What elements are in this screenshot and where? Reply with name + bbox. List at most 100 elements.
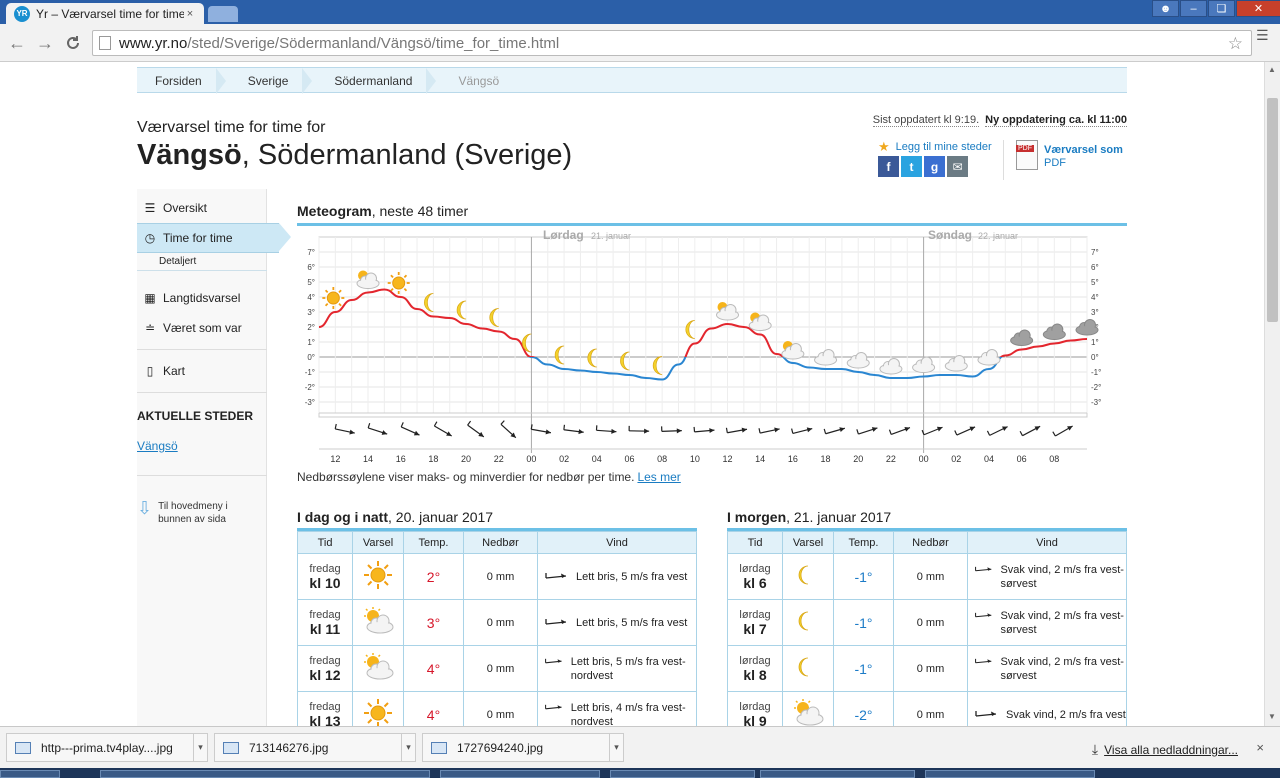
scroll-up-icon[interactable]: ▲ [1268,65,1276,74]
forecast-row: fredag kl 12 4° 0 mm Lett bris, 5 m/s fra ve… [297,645,697,692]
tab-title: Yr – Værvarsel time for time f [36,6,184,21]
downloads-close-icon[interactable]: × [1256,740,1264,755]
address-bar[interactable]: www.yr.no/sted/Sverige/Södermanland/Väng… [92,30,1252,56]
taskbar-item[interactable] [610,770,755,778]
meteogram-note-text: Nedbørssøylene viser maks- og minverdier… [297,470,635,484]
tomorrow-forecast-table: Tid Varsel Temp. Nedbør Vind lørdag kl 6-… [727,531,1127,726]
taskbar-item[interactable] [100,770,430,778]
temp-cell: 4° [403,645,464,692]
col-header-nedbor: Nedbør [893,531,968,554]
tomorrow-title-date: , 21. januar 2017 [786,509,892,525]
new-tab-button[interactable] [208,6,238,22]
x-tick-label: 12 [723,454,733,464]
precip-cell: 0 mm [463,691,538,726]
sidebar-item-vaeret-som-var[interactable]: ≐ Været som var [137,313,267,343]
x-tick-label: 02 [951,454,961,464]
tab-close-icon[interactable]: × [184,8,196,20]
pdf-label-line1: Værvarsel som [1044,144,1123,156]
minimize-icon[interactable]: – [1180,0,1207,17]
wind-arrow-icon [791,427,813,435]
hour: kl 11 [309,620,341,637]
time-cell: lørdag kl 9 [727,691,783,726]
taskbar-item[interactable] [760,770,915,778]
col-header-tid: Tid [297,531,353,554]
to-main-menu-link[interactable]: ⇩ Til hovedmeny i bunnen av sida [137,499,267,526]
add-favorite-link[interactable]: ★ Legg til mine steder [878,139,992,155]
x-tick-label: 04 [592,454,602,464]
download-menu-icon[interactable]: ▾ [609,734,623,761]
wind-cell: Lett bris, 5 m/s fra vest-nordvest [537,645,697,692]
meteogram-note: Nedbørssøylene viser maks- og minverdier… [297,470,681,484]
breadcrumb-sodermanland[interactable]: Södermanland [316,68,440,94]
sidebar-item-kart[interactable]: ▯ Kart [137,356,267,386]
current-place-link[interactable]: Vängsö [137,439,267,453]
cloud-icon [879,358,903,375]
page-kicker: Værvarsel time for time for [137,119,326,136]
x-tick-label: 16 [788,454,798,464]
symbol-cell [782,599,834,646]
wind-arrow-icon [530,424,552,435]
scroll-down-icon[interactable]: ▼ [1268,712,1276,721]
browser-tab-active[interactable]: YR Yr – Værvarsel time for time f × [6,3,204,24]
download-menu-icon[interactable]: ▾ [193,734,207,761]
reload-button[interactable] [62,32,84,54]
email-icon[interactable]: ✉ [947,156,968,177]
x-tick-label: 00 [526,454,536,464]
wind-cell: Lett bris, 5 m/s fra vest [537,599,697,646]
wind-arrow-icon [975,658,992,663]
forecast-row: lørdag kl 8 -1° 0 mm Svak vind, 2 m/s fra ve… [727,645,1127,692]
pdf-forecast-link[interactable]: PDF Værvarsel som PDF [1003,140,1130,180]
user-icon[interactable]: ☻ [1152,0,1179,17]
download-item[interactable]: 1727694240.jpg ▾ [422,733,624,762]
forward-button[interactable]: → [34,32,56,54]
breadcrumb-forsiden[interactable]: Forsiden [137,68,230,94]
wind-arrow-icon [595,425,617,434]
sidebar-item-time-for-time[interactable]: ◷ Time for time [137,223,291,253]
sidebar-item-oversikt[interactable]: ☰ Oversikt [137,193,267,223]
download-menu-icon[interactable]: ▾ [401,734,415,761]
dark-cloud-icon [1042,323,1066,340]
read-more-link[interactable]: Les mer [637,470,680,484]
star-icon: ★ [878,139,890,154]
taskbar-item[interactable] [440,770,600,778]
start-button[interactable] [0,770,60,778]
page-header: Værvarsel time for time for Vängsö, Söde… [137,119,572,172]
wind-cell: Svak vind, 2 m/s fra vest [967,691,1127,726]
clock-icon: ◷ [144,231,156,245]
download-filename: http---prima.tv4play....jpg [41,740,173,755]
twitter-icon[interactable]: t [901,156,922,177]
cloud-icon [814,349,838,366]
cloud-icon [846,352,870,369]
downloads-bar: http---prima.tv4play....jpg ▾ 713146276.… [0,726,1280,768]
download-item[interactable]: http---prima.tv4play....jpg ▾ [6,733,208,762]
x-tick-label: 02 [559,454,569,464]
browser-menu-icon[interactable]: ☰ [1256,28,1272,42]
list-icon: ☰ [144,201,156,215]
y-tick-label: 4° [307,293,315,302]
back-button[interactable]: ← [6,32,28,54]
wind-arrow-icon [661,426,682,434]
page-scrollbar[interactable]: ▲ ▼ [1264,62,1280,726]
sidebar-item-langtidsvarsel[interactable]: ▦ Langtidsvarsel [137,283,267,313]
precipitation: 0 mm [486,708,515,721]
google-plus-icon[interactable]: g [924,156,945,177]
show-all-downloads-link[interactable]: ⤓ Visa alla nedladdningar... [1092,741,1238,758]
sidebar-item-detaljert[interactable]: Detaljert [137,253,267,271]
bookmark-star-icon[interactable]: ☆ [1228,34,1243,54]
scrollbar-thumb[interactable] [1267,98,1278,322]
window-close-icon[interactable]: ✕ [1236,0,1280,17]
facebook-icon[interactable]: f [878,156,899,177]
image-file-icon [15,741,31,754]
taskbar-item[interactable] [925,770,1095,778]
y-tick-label: -1° [305,368,315,377]
temperature: -1° [854,614,873,631]
restore-icon[interactable]: ❏ [1208,0,1235,17]
y-tick-label: -3° [305,398,315,407]
wind-arrow-icon [545,704,562,709]
precip-cell: 0 mm [893,599,968,646]
breadcrumb-sverige[interactable]: Sverige [230,68,317,94]
download-item[interactable]: 713146276.jpg ▾ [214,733,416,762]
y-tick-label: 0° [1091,353,1099,362]
x-tick-label: 20 [853,454,863,464]
partly-cloudy-icon [360,653,396,685]
